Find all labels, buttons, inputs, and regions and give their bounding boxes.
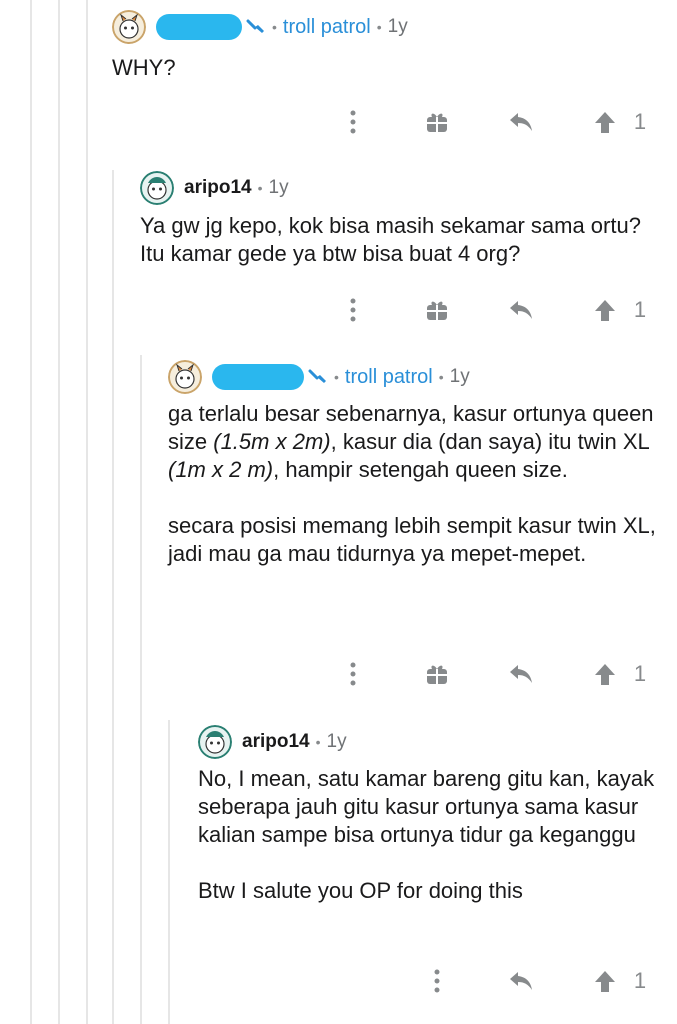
award-button[interactable]: [422, 105, 452, 139]
upvote-arrow-icon: [595, 300, 615, 321]
more-vertical-icon: [434, 969, 440, 993]
comment-actions: 1: [0, 293, 677, 327]
comment-header: • troll patrol • 1y: [168, 360, 668, 394]
separator: •: [376, 19, 382, 35]
reply-button[interactable]: [506, 105, 536, 139]
upvote-button[interactable]: [590, 293, 620, 327]
comment-text: ga terlalu besar sebenarnya, kasur ortun…: [168, 401, 654, 482]
more-vertical-icon: [350, 298, 356, 322]
comment-header: aripo14 • 1y: [198, 725, 668, 759]
upvote-button[interactable]: [590, 964, 620, 998]
comment-body: Ya gw jg kepo, kok bisa masih sekamar sa…: [140, 212, 670, 268]
comment: • troll patrol • 1y ga terlalu besar seb…: [168, 360, 668, 568]
upvote-button[interactable]: [590, 657, 620, 691]
reply-arrow-icon: [510, 972, 532, 990]
emphasis: (1m x 2 m): [168, 457, 274, 482]
comment-text: Ya gw jg kepo, kok bisa masih sekamar sa…: [140, 213, 641, 266]
reply-arrow-icon: [510, 113, 532, 131]
comment: aripo14 • 1y No, I mean, satu kamar bare…: [198, 725, 668, 905]
comment-age: 1y: [268, 177, 289, 198]
vote-count: 1: [633, 661, 647, 686]
comment-body: No, I mean, satu kamar bareng gitu kan, …: [198, 765, 668, 905]
comment-text: secara posisi memang lebih sempit kasur …: [168, 513, 656, 566]
comment-actions: 1: [0, 657, 677, 691]
comment-age: 1y: [387, 16, 408, 37]
comment-age: 1y: [326, 731, 347, 752]
reply-button[interactable]: [506, 657, 536, 691]
comment-body: ga terlalu besar sebenarnya, kasur ortun…: [168, 400, 668, 568]
reply-arrow-icon: [510, 665, 532, 683]
comment: aripo14 • 1y Ya gw jg kepo, kok bisa mas…: [140, 171, 670, 268]
avatar[interactable]: [198, 725, 232, 759]
avatar[interactable]: [168, 360, 202, 394]
user-flair[interactable]: troll patrol: [283, 16, 371, 39]
comment: • troll patrol • 1y WHY?: [112, 10, 672, 82]
avatar[interactable]: [112, 10, 146, 44]
comment-actions: 1: [0, 105, 677, 139]
avatar[interactable]: [140, 171, 174, 205]
thread-line: [86, 0, 88, 1024]
upvote-arrow-icon: [595, 971, 615, 992]
more-options-button[interactable]: [338, 293, 368, 327]
mod-wrench-icon: [308, 369, 328, 385]
vote-count: 1: [633, 968, 647, 993]
mod-wrench-icon: [246, 19, 266, 35]
vote-count: 1: [633, 109, 647, 134]
comment-body: WHY?: [112, 54, 672, 82]
emphasis: (1.5m x 2m): [213, 429, 331, 454]
comment-header: • troll patrol • 1y: [112, 10, 672, 44]
redacted-username: [156, 14, 242, 40]
comment-header: aripo14 • 1y: [140, 171, 670, 205]
upvote-button[interactable]: [590, 105, 620, 139]
thread-line: [58, 0, 60, 1024]
comment-age: 1y: [449, 366, 470, 387]
more-options-button[interactable]: [338, 657, 368, 691]
comment-text: No, I mean, satu kamar bareng gitu kan, …: [198, 766, 655, 847]
user-flair[interactable]: troll patrol: [345, 366, 433, 389]
award-button[interactable]: [422, 657, 452, 691]
more-options-button[interactable]: [338, 105, 368, 139]
more-vertical-icon: [350, 110, 356, 134]
username[interactable]: aripo14: [242, 731, 310, 753]
award-gift-icon: [427, 301, 447, 320]
award-button[interactable]: [422, 293, 452, 327]
award-gift-icon: [427, 665, 447, 684]
award-gift-icon: [427, 113, 447, 132]
separator: •: [438, 369, 444, 385]
reply-button[interactable]: [506, 964, 536, 998]
comment-text: WHY?: [112, 55, 176, 80]
username[interactable]: aripo14: [184, 177, 252, 199]
separator: •: [257, 180, 263, 196]
comment-actions: 1: [0, 964, 677, 998]
separator: •: [272, 19, 277, 35]
separator: •: [315, 734, 321, 750]
upvote-arrow-icon: [595, 112, 615, 133]
comment-text: Btw I salute you OP for doing this: [198, 878, 523, 903]
separator: •: [334, 369, 339, 385]
upvote-arrow-icon: [595, 664, 615, 685]
redacted-username: [212, 364, 304, 390]
more-options-button[interactable]: [422, 964, 452, 998]
reply-button[interactable]: [506, 293, 536, 327]
thread-line: [30, 0, 32, 1024]
more-vertical-icon: [350, 662, 356, 686]
reply-arrow-icon: [510, 301, 532, 319]
vote-count: 1: [633, 297, 647, 322]
